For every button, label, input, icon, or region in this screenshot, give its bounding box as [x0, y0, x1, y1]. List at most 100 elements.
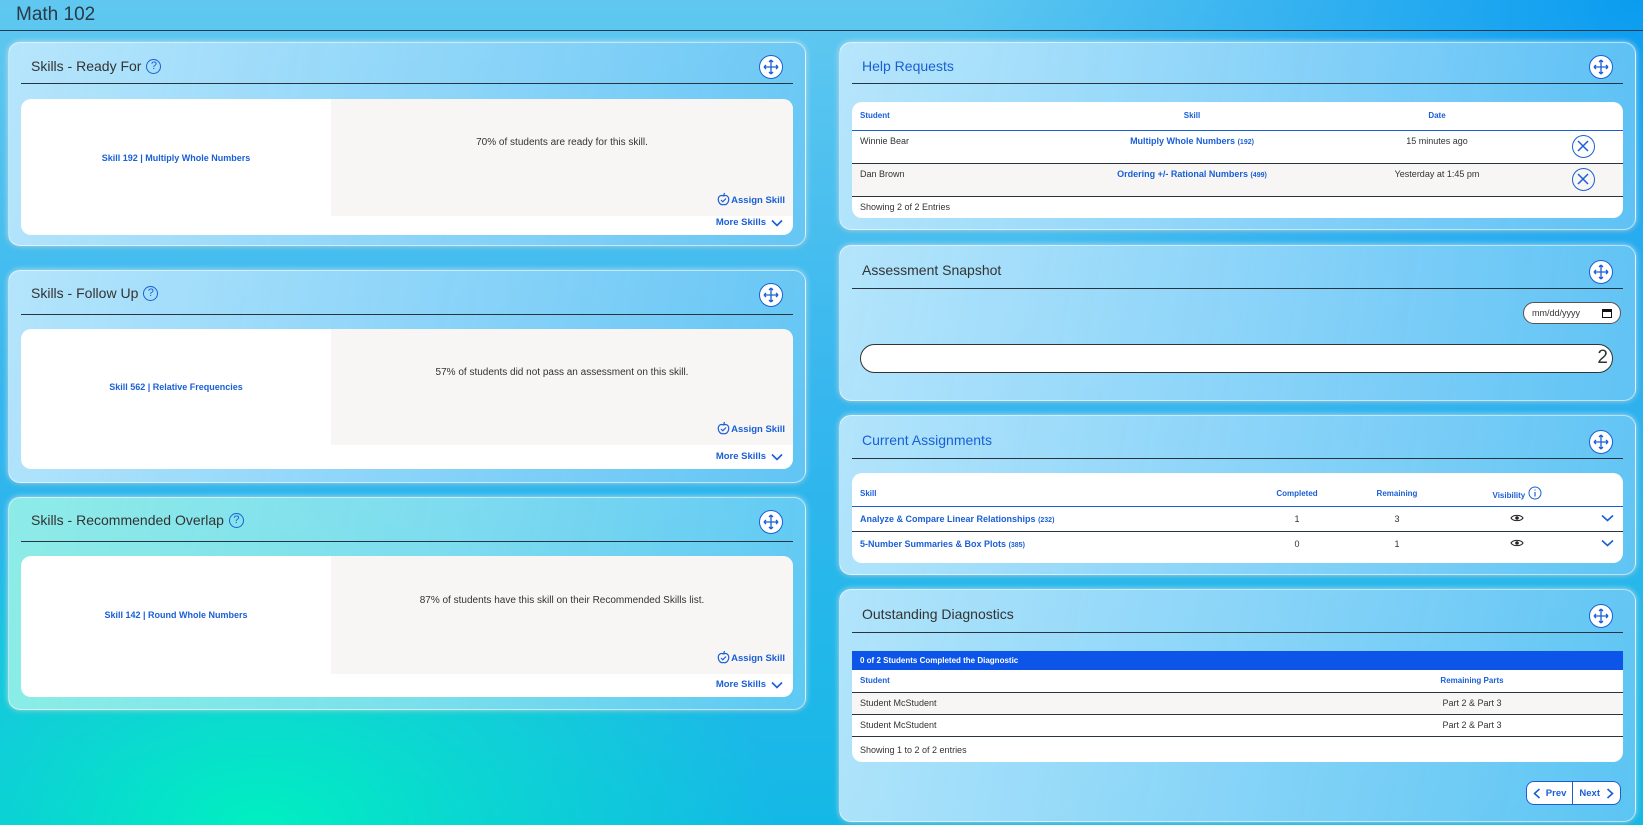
- panel-title-text: Skills - Ready For: [31, 58, 142, 74]
- assignment-skill-link[interactable]: Analyze & Compare Linear Relationships (…: [852, 506, 1242, 531]
- eye-icon[interactable]: [1510, 513, 1524, 523]
- request-date: 15 minutes ago: [1406, 135, 1468, 146]
- table-header-row: Student Skill Date: [852, 102, 1623, 130]
- move-icon[interactable]: [1589, 430, 1613, 454]
- chevron-down-icon: [771, 681, 783, 689]
- column-header: Remaining: [1376, 488, 1418, 498]
- visibility-header: Visibility: [1442, 473, 1592, 506]
- panel-title: Skills - Recommended Overlap?: [31, 512, 244, 528]
- assignments-table: Skill Completed Remaining Visibility Ana…: [852, 473, 1623, 556]
- table-row: Student McStudent Part 2 & Part 3: [852, 714, 1623, 736]
- expand-cell: [1592, 506, 1623, 531]
- remaining-count: 3: [1394, 513, 1400, 524]
- move-icon[interactable]: [759, 510, 783, 534]
- assign-skill-button[interactable]: Assign Skill: [717, 421, 785, 435]
- expand-cell: [1592, 531, 1623, 556]
- assign-skill-button[interactable]: Assign Skill: [717, 192, 785, 206]
- chevron-down-icon[interactable]: [1601, 539, 1614, 547]
- column-header: [1532, 670, 1623, 692]
- table-footer: Showing 2 of 2 Entries: [860, 202, 951, 212]
- panel-title: Assessment Snapshot: [862, 262, 1002, 278]
- assign-skill-label: Assign Skill: [731, 195, 785, 206]
- skill-detail: 70% of students are ready for this skill…: [331, 99, 793, 216]
- skill-link[interactable]: Ordering +/- Rational Numbers (499): [1082, 163, 1302, 196]
- skill-link[interactable]: Multiply Whole Numbers (192): [1082, 130, 1302, 163]
- panel-current-assignments: Current Assignments Skill Completed Rema…: [839, 415, 1636, 575]
- panel-title: Skills - Follow Up?: [31, 285, 159, 301]
- chevron-right-icon: [1606, 787, 1614, 799]
- move-icon[interactable]: [759, 55, 783, 79]
- table-header-row: Skill Completed Remaining Visibility: [852, 473, 1623, 506]
- skill-message: 87% of students have this skill on their…: [419, 595, 705, 606]
- completed-count: 0: [1294, 538, 1300, 549]
- student-name: Student McStudent: [860, 698, 937, 708]
- panel-title-text: Skills - Recommended Overlap: [31, 512, 224, 528]
- next-button[interactable]: Next: [1573, 782, 1620, 804]
- chevron-down-icon: [771, 453, 783, 461]
- dismiss-button[interactable]: [1572, 134, 1595, 158]
- table-row: Student McStudent Part 2 & Part 3: [852, 692, 1623, 714]
- skill-link[interactable]: Skill 562 | Relative Frequencies: [109, 382, 243, 392]
- more-skills-button[interactable]: More Skills: [716, 451, 783, 462]
- assign-skill-label: Assign Skill: [731, 653, 785, 664]
- column-header: Completed: [1276, 488, 1318, 498]
- move-icon[interactable]: [1589, 604, 1613, 628]
- eye-icon[interactable]: [1510, 538, 1524, 548]
- skill-number: (232): [1038, 516, 1055, 524]
- move-icon[interactable]: [1589, 260, 1613, 284]
- more-skills-button[interactable]: More Skills: [716, 679, 783, 690]
- divider: [21, 541, 793, 542]
- apple-icon: [717, 192, 730, 206]
- panel-help-requests: Help Requests Student Skill Date Winnie …: [839, 42, 1636, 230]
- assign-skill-button[interactable]: Assign Skill: [717, 650, 785, 664]
- assignment-skill-link[interactable]: 5-Number Summaries & Box Plots (385): [852, 531, 1242, 556]
- date-input[interactable]: mm/dd/yyyy: [1523, 302, 1621, 324]
- table-row: Analyze & Compare Linear Relationships (…: [852, 506, 1623, 531]
- column-header: Remaining Parts: [1440, 676, 1504, 686]
- remaining-parts: Part 2 & Part 3: [1442, 720, 1502, 730]
- remaining-parts: Part 2 & Part 3: [1442, 698, 1502, 708]
- assign-skill-label: Assign Skill: [731, 424, 785, 435]
- action-cell: [1572, 163, 1623, 196]
- chevron-down-icon: [771, 219, 783, 227]
- panel-outstanding-diagnostics: Outstanding Diagnostics 0 of 2 Students …: [839, 589, 1636, 822]
- skill-link[interactable]: Skill 142 | Round Whole Numbers: [104, 610, 247, 620]
- column-header: Student: [860, 676, 890, 686]
- student-name: Student McStudent: [860, 720, 937, 730]
- chevron-down-icon[interactable]: [1601, 514, 1614, 522]
- help-icon[interactable]: ?: [146, 59, 162, 74]
- prev-button[interactable]: Prev: [1527, 782, 1574, 804]
- visibility-cell: [1442, 506, 1592, 531]
- skill-cell: Skill 562 | Relative Frequencies: [21, 329, 331, 445]
- table-row: Winnie Bear Multiply Whole Numbers (192)…: [852, 130, 1623, 163]
- info-icon[interactable]: [1528, 486, 1542, 500]
- chevron-left-icon: [1533, 787, 1540, 799]
- skill-cell: Skill 192 | Multiply Whole Numbers: [21, 99, 331, 216]
- student-name: Dan Brown: [860, 168, 905, 179]
- skill-card: Skill 142 | Round Whole Numbers 87% of s…: [21, 556, 793, 697]
- panel-title: Skills - Ready For?: [31, 58, 162, 74]
- assignments-table-card: Skill Completed Remaining Visibility Ana…: [852, 473, 1623, 563]
- skill-link[interactable]: Skill 192 | Multiply Whole Numbers: [102, 153, 251, 163]
- diagnostics-table-card: 0 of 2 Students Completed the Diagnostic…: [852, 651, 1623, 762]
- calendar-icon[interactable]: [1602, 308, 1612, 318]
- request-date: Yesterday at 1:45 pm: [1394, 168, 1480, 179]
- next-label: Next: [1579, 787, 1600, 799]
- skill-card: Skill 192 | Multiply Whole Numbers 70% o…: [21, 99, 793, 235]
- skill-name: Analyze & Compare Linear Relationships: [860, 513, 1036, 524]
- move-icon[interactable]: [1589, 55, 1613, 79]
- move-icon[interactable]: [759, 283, 783, 307]
- help-icon[interactable]: ?: [143, 286, 159, 301]
- page-title: Math 102: [16, 4, 96, 25]
- more-skills-label: More Skills: [715, 451, 766, 462]
- panel-title: Current Assignments: [862, 432, 992, 448]
- help-icon[interactable]: ?: [228, 513, 244, 528]
- snapshot-bar: 2: [860, 344, 1613, 373]
- divider: [852, 288, 1623, 289]
- completed-count: 1: [1294, 513, 1300, 524]
- panel-skills-follow-up: Skills - Follow Up? Skill 562 | Relative…: [8, 270, 806, 483]
- column-header: Date: [1428, 111, 1446, 121]
- dismiss-button[interactable]: [1572, 167, 1595, 191]
- help-requests-table-card: Student Skill Date Winnie Bear Multiply …: [852, 102, 1623, 218]
- more-skills-button[interactable]: More Skills: [716, 217, 783, 228]
